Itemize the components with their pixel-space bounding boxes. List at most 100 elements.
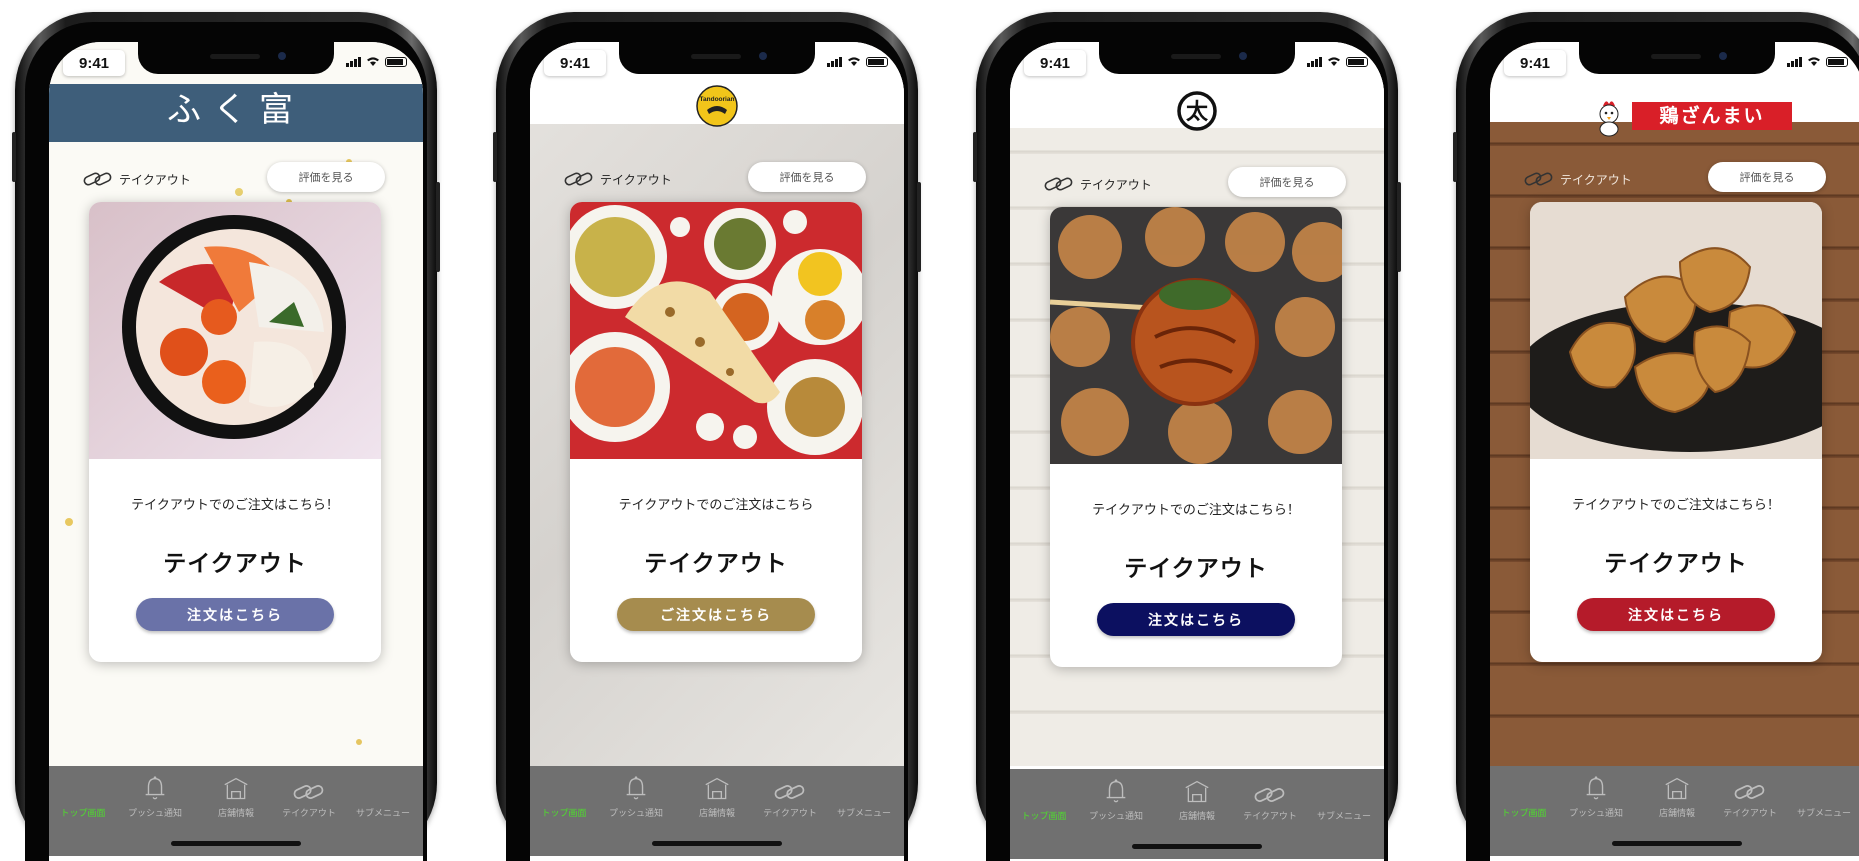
food-photo-indian-curry (570, 202, 862, 459)
tab-push[interactable]: プッシュ通知 (1084, 775, 1148, 822)
tab-top[interactable]: トップ画面 (1492, 772, 1556, 819)
signal-icon (1787, 57, 1802, 67)
status-bar: 9:41 (49, 42, 423, 80)
tab-push[interactable]: プッシュ通知 (1564, 772, 1628, 819)
battery-icon (866, 57, 888, 67)
tab-takeout[interactable]: テイクアウト (277, 772, 341, 819)
tab-submenu[interactable]: サブメニュー (1312, 775, 1376, 822)
review-button[interactable]: 評価を見る (267, 162, 385, 192)
review-button[interactable]: 評価を見る (1708, 162, 1826, 192)
phone-screen: 太 9:41 テイクアウト 評価を見る テイクアウトでのご注文はこちら！ テイク… (1010, 42, 1384, 861)
takeout-link-label: テイクアウト (119, 172, 191, 187)
bell-icon (622, 774, 650, 802)
tab-shop[interactable]: 店舗情報 (204, 772, 268, 819)
review-button[interactable]: 評価を見る (1228, 167, 1346, 197)
tab-submenu[interactable]: サブメニュー (832, 772, 896, 819)
battery-icon (385, 57, 407, 67)
signal-icon (346, 57, 361, 67)
takeout-card: テイクアウトでのご注文はこちら！ テイクアウト 注文はこちら (89, 202, 381, 662)
tab-submenu[interactable]: サブメニュー (1792, 772, 1856, 819)
brand-logo: 鶏ざんまい (1632, 102, 1792, 130)
status-time: 9:41 (1504, 50, 1566, 76)
review-button[interactable]: 評価を見る (748, 162, 866, 192)
tab-push[interactable]: プッシュ通知 (123, 772, 187, 819)
notch (1099, 42, 1295, 74)
order-button[interactable]: 注文はこちら (1097, 603, 1295, 636)
card-subtitle: テイクアウトでのご注文はこちら！ (131, 498, 339, 513)
card-title: テイクアウト (1124, 555, 1268, 582)
link-icon (1044, 175, 1074, 193)
tab-submenu[interactable]: サブメニュー (351, 772, 415, 819)
status-icons (1307, 56, 1368, 67)
tab-top[interactable]: トップ画面 (51, 772, 115, 819)
tab-top[interactable]: トップ画面 (532, 772, 596, 819)
card-subtitle: テイクアウトでのご注文はこちら！ (1572, 498, 1780, 513)
phone-bezel: Tandoorian 9:41 テイクアウト 評価を見る テイクアウトでのご注文… (506, 22, 908, 861)
wifi-icon (1808, 57, 1820, 66)
tab-bar: トップ画面 プッシュ通知 店舗情報 テイクアウト サブメニュー (1490, 766, 1859, 856)
takeout-link-label: テイクアウト (1560, 172, 1632, 187)
tab-top[interactable]: トップ画面 (1012, 775, 1076, 822)
takeout-card: テイクアウトでのご注文はこちら テイクアウト ご注文はこちら (570, 202, 862, 662)
order-button[interactable]: 注文はこちら (1577, 598, 1775, 631)
food-photo-takoyaki (1050, 207, 1342, 464)
card-subtitle: テイクアウトでのご注文はこちら！ (1092, 503, 1300, 518)
link-icon (1254, 785, 1286, 805)
order-button[interactable]: ご注文はこちら (617, 598, 815, 631)
shop-icon (702, 776, 732, 802)
phone-bezel: 鶏ざんまい 9:41 テイクアウト 評価を見る テイクアウトでのご注文はこちら！… (1466, 22, 1859, 861)
phone-mockup-tandoorian: Tandoorian 9:41 テイクアウト 評価を見る テイクアウトでのご注文… (493, 12, 921, 861)
tab-takeout[interactable]: テイクアウト (1238, 775, 1302, 822)
battery-icon (1346, 57, 1368, 67)
phone-screen: ふく富 9:41 テイクアウト 評価を見る テイクアウトでのご注文はこちら！ テ… (49, 42, 423, 861)
phone-mockup-fukutomi: ふく富 9:41 テイクアウト 評価を見る テイクアウトでのご注文はこちら！ テ… (12, 12, 440, 861)
card-subtitle: テイクアウトでのご注文はこちら (618, 498, 814, 513)
brand-logo: 太 (1177, 91, 1217, 131)
status-icons (1787, 56, 1848, 67)
home-indicator (171, 841, 301, 846)
takeout-link[interactable]: テイクアウト (1524, 170, 1632, 188)
phone-mockup-takoyaki: 太 9:41 テイクアウト 評価を見る テイクアウトでのご注文はこちら！ テイク… (973, 12, 1401, 861)
shop-icon (221, 776, 251, 802)
takeout-link[interactable]: テイクアウト (1044, 175, 1152, 193)
tab-bar: トップ画面 プッシュ通知 店舗情報 テイクアウト サブメニュー (1010, 769, 1384, 859)
tab-shop[interactable]: 店舗情報 (685, 772, 749, 819)
takeout-card: テイクアウトでのご注文はこちら！ テイクアウト 注文はこちら (1050, 207, 1342, 667)
card-title: テイクアウト (163, 550, 307, 577)
home-indicator (1612, 841, 1742, 846)
order-button[interactable]: 注文はこちら (136, 598, 334, 631)
wifi-icon (848, 57, 860, 66)
status-time: 9:41 (1024, 50, 1086, 76)
signal-icon (827, 57, 842, 67)
chicken-mascot-icon (1599, 101, 1619, 137)
tab-takeout[interactable]: テイクアウト (758, 772, 822, 819)
tab-push[interactable]: プッシュ通知 (604, 772, 668, 819)
status-time: 9:41 (63, 50, 125, 76)
tab-takeout[interactable]: テイクアウト (1718, 772, 1782, 819)
card-title: テイクアウト (1604, 550, 1748, 577)
phone-screen: 鶏ざんまい 9:41 テイクアウト 評価を見る テイクアウトでのご注文はこちら！… (1490, 42, 1859, 861)
notch (138, 42, 334, 74)
notch (619, 42, 815, 74)
link-icon (774, 782, 806, 802)
home-indicator (1132, 844, 1262, 849)
phone-mockup-torizanmai: 鶏ざんまい 9:41 テイクアウト 評価を見る テイクアウトでのご注文はこちら！… (1453, 12, 1859, 861)
tab-bar: トップ画面 プッシュ通知 店舗情報 テイクアウト サブメニュー (530, 766, 904, 856)
home-indicator (652, 841, 782, 846)
link-icon (1734, 782, 1766, 802)
phone-bezel: ふく富 9:41 テイクアウト 評価を見る テイクアウトでのご注文はこちら！ テ… (25, 22, 427, 861)
link-icon (1524, 170, 1554, 188)
status-icons (827, 56, 888, 67)
takeout-link[interactable]: テイクアウト (83, 170, 191, 188)
status-bar: 9:41 (1490, 42, 1859, 80)
signal-icon (1307, 57, 1322, 67)
brand-logo: ふく富 (167, 90, 305, 130)
tab-shop[interactable]: 店舗情報 (1645, 772, 1709, 819)
wifi-icon (1328, 57, 1340, 66)
takeout-link[interactable]: テイクアウト (564, 170, 672, 188)
link-icon (83, 170, 113, 188)
food-photo-seafood-bowl (89, 202, 381, 459)
bell-icon (1102, 777, 1130, 805)
takeout-card: テイクアウトでのご注文はこちら！ テイクアウト 注文はこちら (1530, 202, 1822, 662)
tab-shop[interactable]: 店舗情報 (1165, 775, 1229, 822)
